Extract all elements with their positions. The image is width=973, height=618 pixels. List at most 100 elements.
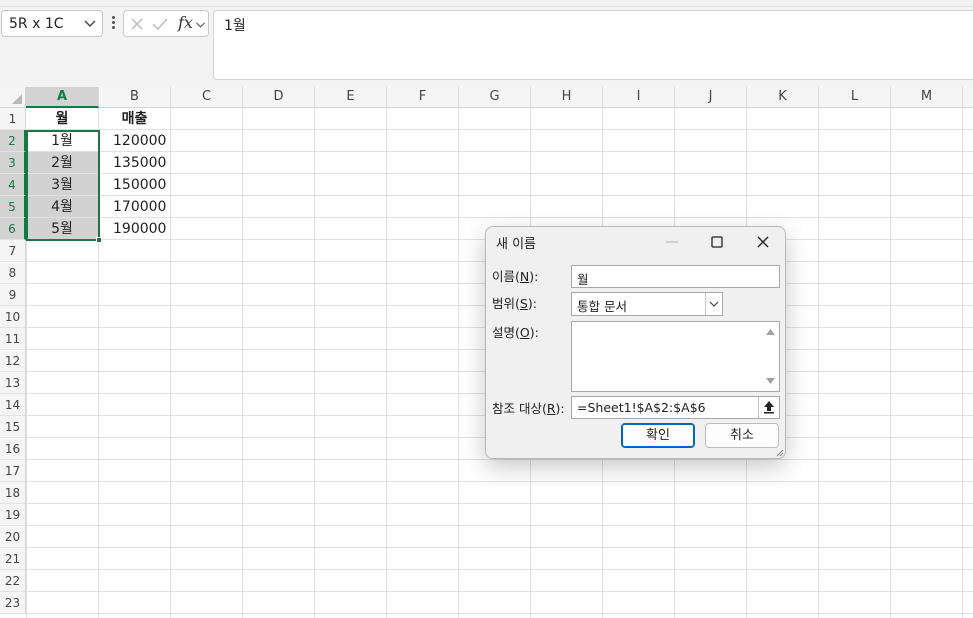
scope-label: 범위(S): xyxy=(492,293,537,312)
comment-label-key: O xyxy=(519,325,530,340)
chevron-down-icon[interactable] xyxy=(83,16,97,30)
name-box-value: 5R x 1C xyxy=(9,16,64,32)
row-header-10[interactable]: 10 xyxy=(0,306,26,328)
comment-label: 설명(O): xyxy=(492,322,539,341)
cancel-button[interactable]: 취소 xyxy=(705,423,779,448)
refers-to-value: =Sheet1!$A$2:$A$6 xyxy=(577,400,706,415)
ok-button[interactable]: 확인 xyxy=(621,423,695,448)
insert-function-icon[interactable]: fx xyxy=(178,13,193,32)
row-header-21[interactable]: 21 xyxy=(0,548,26,570)
chevron-down-icon xyxy=(709,301,719,307)
refers-to-input[interactable]: =Sheet1!$A$2:$A$6 xyxy=(571,396,780,419)
comment-scrollbar[interactable] xyxy=(762,322,779,391)
new-name-dialog: 새 이름 이름(N): 월 범위(S): 통합 문서 설명(O): 참조 대상(… xyxy=(485,226,786,459)
more-options-icon[interactable] xyxy=(110,15,116,31)
comment-label-text: 설명( xyxy=(492,325,520,340)
formula-bar: 5R x 1C fx 1월 xyxy=(0,7,973,87)
cell-a1[interactable]: 월 xyxy=(26,108,99,130)
row-header-8[interactable]: 8 xyxy=(0,262,26,284)
row-header-17[interactable]: 17 xyxy=(0,460,26,482)
refers-to-label-text: 참조 대상( xyxy=(492,401,547,416)
close-icon[interactable] xyxy=(743,227,783,257)
dialog-title: 새 이름 xyxy=(496,237,537,252)
column-header-c[interactable]: C xyxy=(171,87,243,108)
scope-select[interactable]: 통합 문서 xyxy=(571,292,723,316)
column-header-j[interactable]: J xyxy=(675,87,747,108)
row-header-9[interactable]: 9 xyxy=(0,284,26,306)
scope-label-text: 범위( xyxy=(492,296,520,311)
row-header-4[interactable]: 4 xyxy=(0,174,26,196)
collapse-dialog-button[interactable] xyxy=(758,397,779,418)
cell-b6[interactable]: 190000 xyxy=(99,218,171,240)
name-input-value: 월 xyxy=(577,272,589,287)
cell-a5[interactable]: 4월 xyxy=(26,196,99,218)
cell-b3[interactable]: 135000 xyxy=(99,152,171,174)
cell-b1[interactable]: 매출 xyxy=(99,108,171,130)
upload-arrow-icon xyxy=(764,401,774,414)
row-header-12[interactable]: 12 xyxy=(0,350,26,372)
cell-b2[interactable]: 120000 xyxy=(99,130,171,152)
cell-a3[interactable]: 2월 xyxy=(26,152,99,174)
name-input[interactable]: 월 xyxy=(571,265,780,288)
minimize-icon[interactable] xyxy=(652,227,692,257)
column-header-f[interactable]: F xyxy=(387,87,459,108)
row-header-11[interactable]: 11 xyxy=(0,328,26,350)
scope-label-key: S xyxy=(519,296,528,311)
ribbon-edge xyxy=(0,0,973,7)
name-box[interactable]: 5R x 1C xyxy=(1,10,103,37)
row-header-2[interactable]: 2 xyxy=(0,130,26,152)
column-header-g[interactable]: G xyxy=(459,87,531,108)
scroll-down-icon[interactable] xyxy=(766,377,775,385)
enter-check-icon[interactable] xyxy=(152,17,168,31)
refers-to-label-key: R xyxy=(546,401,556,416)
row-header-14[interactable]: 14 xyxy=(0,394,26,416)
cell-a2[interactable]: 1월 xyxy=(26,130,99,152)
name-label-key: N xyxy=(519,269,530,284)
row-header-15[interactable]: 15 xyxy=(0,416,26,438)
column-header-h[interactable]: H xyxy=(531,87,603,108)
formula-text: 1월 xyxy=(224,18,246,34)
row-header-19[interactable]: 19 xyxy=(0,504,26,526)
row-header-23[interactable]: 23 xyxy=(0,592,26,614)
scope-select-value: 통합 문서 xyxy=(577,299,627,314)
chevron-down-icon[interactable] xyxy=(195,19,206,30)
name-label: 이름(N): xyxy=(492,266,538,285)
cell-b4[interactable]: 150000 xyxy=(99,174,171,196)
row-header-18[interactable]: 18 xyxy=(0,482,26,504)
refers-to-label-suffix: ): xyxy=(555,401,565,416)
cell-b5[interactable]: 170000 xyxy=(99,196,171,218)
maximize-icon[interactable] xyxy=(697,227,737,257)
column-header-l[interactable]: L xyxy=(819,87,891,108)
row-header-20[interactable]: 20 xyxy=(0,526,26,548)
resize-grip-icon[interactable] xyxy=(775,448,784,457)
row-header-1[interactable]: 1 xyxy=(0,108,26,130)
scope-label-suffix: ): xyxy=(527,296,537,311)
scope-dropdown-button[interactable] xyxy=(705,293,722,315)
comment-textarea[interactable] xyxy=(571,321,780,392)
row-header-22[interactable]: 22 xyxy=(0,570,26,592)
column-header-d[interactable]: D xyxy=(243,87,315,108)
scroll-up-icon[interactable] xyxy=(766,328,775,336)
select-all-button[interactable] xyxy=(0,87,26,108)
column-header-a[interactable]: A xyxy=(26,87,99,108)
cancel-x-icon[interactable] xyxy=(130,17,144,31)
column-header-m[interactable]: M xyxy=(891,87,963,108)
formula-buttons: fx xyxy=(123,10,209,37)
column-header-b[interactable]: B xyxy=(99,87,171,108)
cell-a6[interactable]: 5월 xyxy=(26,218,99,240)
row-header-7[interactable]: 7 xyxy=(0,240,26,262)
refers-to-label: 참조 대상(R): xyxy=(492,398,565,417)
name-label-suffix: ): xyxy=(529,269,539,284)
row-header-6[interactable]: 6 xyxy=(0,218,26,240)
column-header-partial[interactable] xyxy=(963,87,973,108)
column-header-i[interactable]: I xyxy=(603,87,675,108)
column-header-e[interactable]: E xyxy=(315,87,387,108)
row-header-3[interactable]: 3 xyxy=(0,152,26,174)
cell-a4[interactable]: 3월 xyxy=(26,174,99,196)
column-header-k[interactable]: K xyxy=(747,87,819,108)
row-header-13[interactable]: 13 xyxy=(0,372,26,394)
formula-input[interactable]: 1월 xyxy=(213,10,973,80)
row-header-16[interactable]: 16 xyxy=(0,438,26,460)
row-header-5[interactable]: 5 xyxy=(0,196,26,218)
comment-label-suffix: ): xyxy=(529,325,539,340)
